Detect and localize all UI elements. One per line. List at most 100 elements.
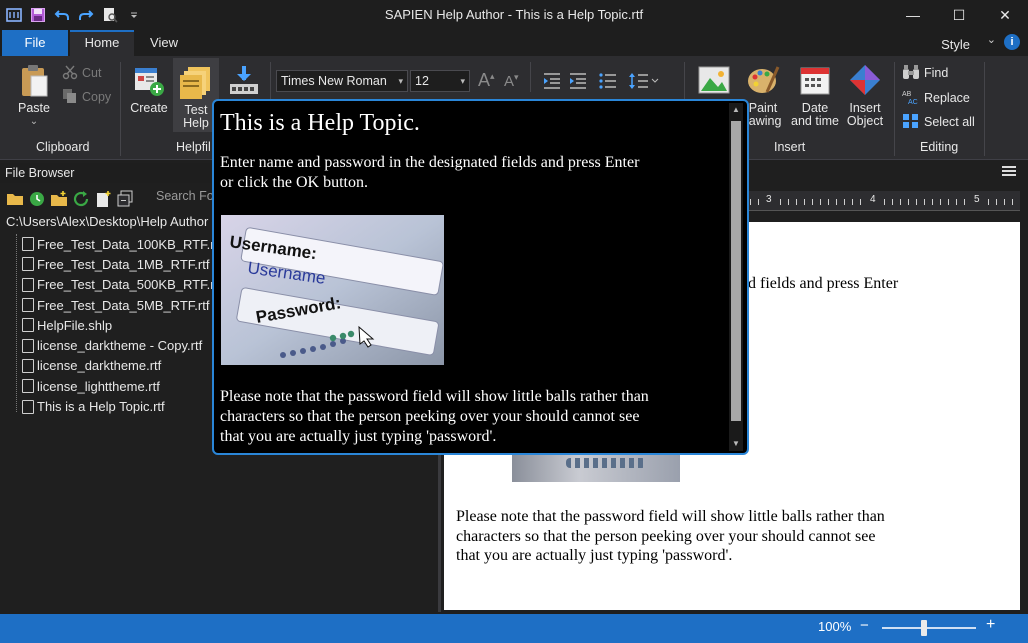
redo-icon[interactable] bbox=[76, 5, 96, 25]
app-icon[interactable] bbox=[4, 5, 24, 25]
rtf-file-icon bbox=[22, 277, 34, 292]
file-item[interactable]: Free_Test_Data_100KB_RTF.rtf bbox=[22, 234, 222, 254]
rtf-file-icon bbox=[22, 338, 34, 353]
scissors-icon bbox=[62, 64, 78, 83]
rtf-file-icon bbox=[22, 237, 34, 252]
file-item[interactable]: This is a Help Topic.rtf bbox=[22, 396, 222, 416]
picture-icon bbox=[696, 62, 732, 98]
close-button[interactable]: ✕ bbox=[982, 0, 1028, 30]
undo-icon[interactable] bbox=[52, 5, 72, 25]
line-spacing-icon[interactable] bbox=[628, 72, 660, 93]
rtf-file-icon bbox=[22, 399, 34, 414]
new-file-icon[interactable] bbox=[94, 190, 112, 208]
file-item[interactable]: Free_Test_Data_1MB_RTF.rtf bbox=[22, 254, 222, 274]
shrink-font-icon[interactable]: A▾ bbox=[504, 72, 519, 90]
helpfile-group-label: Helpfil bbox=[176, 140, 211, 154]
grow-font-icon[interactable]: A▴ bbox=[478, 70, 495, 91]
paste-button[interactable]: Paste ⌄ bbox=[12, 62, 56, 128]
select-all-icon bbox=[902, 113, 920, 132]
open-folder-icon[interactable] bbox=[6, 190, 24, 208]
copy-button[interactable]: Copy bbox=[62, 86, 111, 108]
insert-picture-button[interactable] bbox=[694, 62, 734, 102]
file-item[interactable]: HelpFile.shlp bbox=[22, 315, 222, 335]
preview-paragraph-line: Enter name and password in the designate… bbox=[220, 154, 640, 171]
ribbon-separator bbox=[894, 62, 895, 156]
calendar-icon bbox=[797, 62, 833, 98]
file-item[interactable]: Free_Test_Data_500KB_RTF.rtf bbox=[22, 275, 222, 295]
menu-icon[interactable] bbox=[1002, 166, 1016, 176]
zoom-out-button[interactable]: − bbox=[860, 617, 869, 634]
file-list: Free_Test_Data_100KB_RTF.rtf Free_Test_D… bbox=[22, 234, 222, 417]
history-icon[interactable] bbox=[28, 190, 46, 208]
copy-icon bbox=[62, 88, 78, 107]
tab-view[interactable]: View bbox=[138, 30, 190, 56]
editor-text-line: d fields and press Enter bbox=[748, 275, 899, 292]
create-help-icon bbox=[131, 62, 167, 98]
palette-icon bbox=[745, 62, 781, 98]
svg-text:AB: AB bbox=[902, 91, 912, 98]
preview-scrollbar[interactable]: ▲ ▼ bbox=[729, 103, 743, 451]
file-item[interactable]: license_darktheme.rtf bbox=[22, 356, 222, 376]
ribbon-separator bbox=[120, 62, 121, 156]
paste-icon bbox=[16, 62, 52, 98]
customize-qat-icon[interactable] bbox=[124, 5, 144, 25]
font-size-select[interactable]: 12 ▾ bbox=[410, 70, 470, 92]
login-screenshot-image: Username: Username Password: bbox=[221, 215, 444, 365]
zoom-slider-track[interactable] bbox=[882, 627, 976, 629]
file-item[interactable]: license_darktheme - Copy.rtf bbox=[22, 335, 222, 355]
tab-file[interactable]: File bbox=[2, 30, 68, 56]
replace-button[interactable]: AB AC Replace bbox=[902, 87, 970, 109]
cut-button[interactable]: Cut bbox=[62, 62, 101, 84]
style-menu[interactable]: Style bbox=[941, 30, 970, 56]
scroll-up-icon[interactable]: ▲ bbox=[729, 103, 743, 117]
editor-text-line: characters so that the person peeking ov… bbox=[456, 527, 876, 545]
find-button[interactable]: Find bbox=[902, 62, 948, 84]
zoom-slider-thumb[interactable] bbox=[921, 620, 927, 636]
create-button[interactable]: Create bbox=[128, 62, 170, 115]
collapse-all-icon[interactable] bbox=[116, 190, 134, 208]
rtf-file-icon bbox=[22, 379, 34, 394]
shlp-file-icon bbox=[22, 318, 34, 333]
preview-paragraph-line: characters so that the person peeking ov… bbox=[220, 408, 640, 425]
insert-group-label: Insert bbox=[774, 140, 806, 154]
help-icon[interactable]: i bbox=[1004, 34, 1020, 50]
minimize-button[interactable]: — bbox=[890, 0, 936, 30]
maximize-button[interactable]: ☐ bbox=[936, 0, 982, 30]
font-family-select[interactable]: Times New Roman ▾ bbox=[276, 70, 408, 92]
window-controls: — ☐ ✕ bbox=[890, 0, 1028, 30]
increase-indent-icon[interactable] bbox=[568, 72, 588, 93]
font-family-dropdown-icon: ▾ bbox=[398, 76, 403, 86]
rtf-file-icon bbox=[22, 257, 34, 272]
preview-paragraph-line: or click the OK button. bbox=[220, 174, 368, 191]
font-size-dropdown-icon: ▾ bbox=[460, 76, 465, 86]
preview-paragraph-line: that you are actually just typing 'passw… bbox=[220, 428, 497, 445]
zoom-in-button[interactable]: + bbox=[986, 616, 995, 634]
new-folder-icon[interactable] bbox=[50, 190, 68, 208]
editing-group-label: Editing bbox=[920, 140, 959, 154]
scrollbar-thumb[interactable] bbox=[731, 121, 741, 421]
help-preview-popup[interactable]: This is a Help Topic. Enter name and pas… bbox=[212, 99, 749, 455]
date-time-button[interactable]: Date and time bbox=[788, 62, 842, 128]
ruler[interactable]: 3 4 5 bbox=[744, 191, 1020, 211]
tab-home[interactable]: Home bbox=[70, 30, 134, 56]
compile-button[interactable] bbox=[224, 62, 264, 102]
save-icon[interactable] bbox=[28, 5, 48, 25]
file-search-input[interactable]: Search Fo bbox=[156, 189, 214, 203]
print-preview-icon[interactable] bbox=[100, 5, 120, 25]
style-chevron-icon[interactable]: ⌄ bbox=[987, 33, 996, 46]
insert-object-button[interactable]: Insert Object bbox=[844, 62, 886, 128]
refresh-icon[interactable] bbox=[72, 190, 90, 208]
file-item[interactable]: license_lighttheme.rtf bbox=[22, 376, 222, 396]
zoom-percentage: 100% bbox=[818, 619, 852, 634]
rtf-file-icon bbox=[22, 358, 34, 373]
select-all-button[interactable]: Select all bbox=[902, 111, 975, 133]
ribbon-separator bbox=[530, 62, 531, 92]
paste-dropdown-icon[interactable]: ⌄ bbox=[12, 115, 56, 128]
replace-icon: AB AC bbox=[902, 89, 920, 108]
file-browser-path[interactable]: C:\Users\Alex\Desktop\Help Author bbox=[6, 214, 212, 229]
bullets-icon[interactable] bbox=[598, 72, 618, 93]
binoculars-icon bbox=[902, 64, 920, 83]
file-item[interactable]: Free_Test_Data_5MB_RTF.rtf bbox=[22, 295, 222, 315]
decrease-indent-icon[interactable] bbox=[542, 72, 562, 93]
scroll-down-icon[interactable]: ▼ bbox=[729, 437, 743, 451]
